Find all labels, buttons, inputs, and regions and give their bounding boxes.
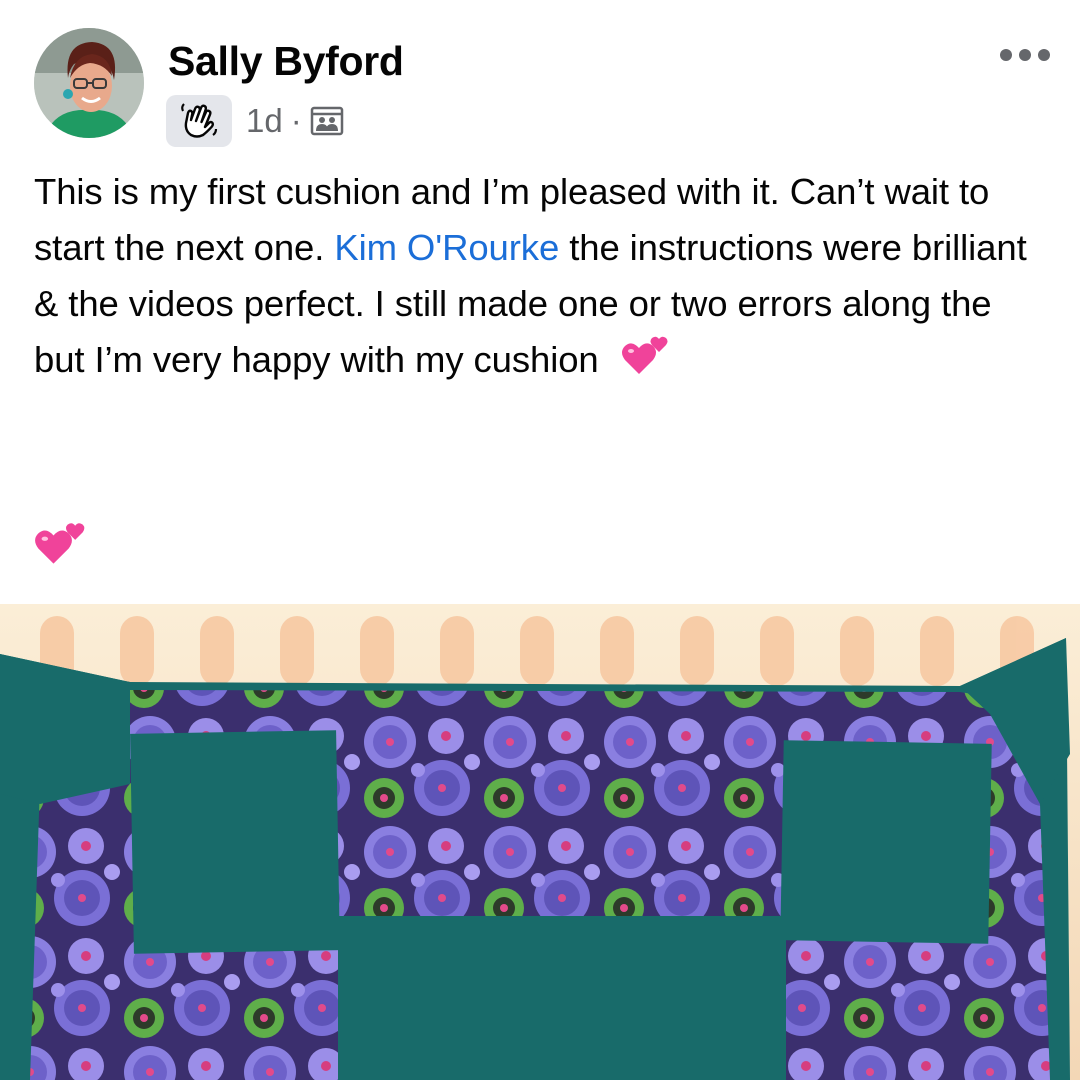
two-hearts-icon — [35, 523, 85, 564]
post-time[interactable]: 1d — [246, 102, 283, 140]
dot-icon — [1019, 49, 1031, 61]
dot-icon — [1038, 49, 1050, 61]
group-audience-icon[interactable] — [310, 105, 344, 137]
mention-link[interactable]: Kim O'Rourke — [334, 227, 559, 268]
post-meta: 1d · — [166, 95, 344, 147]
post-photo[interactable] — [0, 604, 1080, 1080]
dot-icon — [1000, 49, 1012, 61]
emoji-line — [34, 518, 86, 571]
waving-hand-icon[interactable] — [166, 95, 232, 147]
meta-separator: · — [290, 102, 302, 139]
avatar[interactable] — [34, 28, 144, 138]
two-hearts-icon — [621, 336, 668, 374]
more-options-button[interactable] — [1000, 40, 1050, 70]
post-text: This is my first cushion and I’m pleased… — [34, 164, 1044, 388]
author-name[interactable]: Sally Byford — [168, 38, 404, 85]
